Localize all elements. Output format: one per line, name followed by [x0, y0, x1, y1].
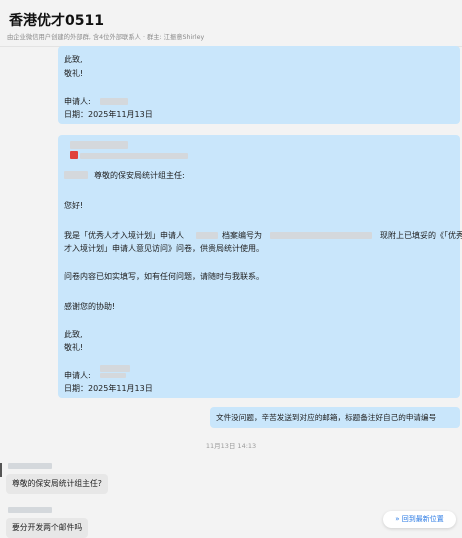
redacted-mark: [70, 151, 78, 159]
paragraph-line: 才入境计划」申请人意见访问》问卷，供贵局统计使用。: [64, 244, 264, 253]
date-line: 日期：2025年11月13日: [64, 384, 153, 393]
redacted-sender-name: [8, 463, 52, 469]
date-line: 日期：2025年11月13日: [64, 110, 153, 119]
redacted-name: [196, 232, 218, 239]
chat-title: 香港优才0511: [9, 13, 104, 29]
chat-header: 香港优才0511 由企业微信用户创建的外部群, 含4位外部联系人 · 群主: 江…: [0, 0, 462, 47]
redacted-name: [100, 98, 128, 105]
closing-line: 此致,: [64, 330, 83, 339]
message-line: 敬礼!: [64, 69, 84, 78]
paragraph-line: 问卷内容已如实填写，如有任何问题，请随时与我联系。: [64, 272, 264, 281]
message-line: 此致,: [64, 55, 83, 64]
redacted-name: [100, 373, 126, 378]
redacted-header-block: [80, 153, 188, 159]
greeting: 您好!: [64, 201, 84, 210]
message-text: 文件没问题，辛苦发送到对应的邮箱，标题备注好自己的申请编号: [216, 413, 437, 422]
redacted-header-block: [70, 141, 128, 149]
message-timestamp: 11月13日 14:13: [205, 442, 257, 450]
applicant-label: 申请人:: [64, 371, 91, 380]
jump-to-latest-label: 回到最新位置: [401, 515, 444, 523]
paragraph-line: 我是「优秀人才入境计划」申请人: [64, 231, 184, 240]
chat-subtitle: 由企业微信用户创建的外部群, 含4位外部联系人 · 群主: 江振意Shirley: [7, 34, 205, 41]
double-chevron-down-icon: »: [395, 515, 400, 523]
incoming-message-bubble[interactable]: 尊敬的保安局统计组主任?: [6, 474, 108, 494]
paragraph-line: 感谢您的协助!: [64, 302, 116, 311]
outgoing-message-bubble[interactable]: 文件没问题，辛苦发送到对应的邮箱，标题备注好自己的申请编号: [210, 407, 460, 428]
outgoing-message-bubble[interactable]: 尊敬的保安局统计组主任: 您好! 我是「优秀人才入境计划」申请人 档案编号为 现…: [58, 135, 462, 398]
paragraph-line: 现附上已填妥的《「优秀人: [380, 231, 462, 240]
redacted-name: [100, 365, 130, 372]
applicant-label: 申请人:: [64, 97, 91, 106]
paragraph-line: 档案编号为: [222, 231, 262, 240]
redacted-header-block: [64, 171, 88, 179]
salutation: 尊敬的保安局统计组主任:: [94, 171, 185, 180]
closing-line: 敬礼!: [64, 343, 84, 352]
redacted-sender-name: [8, 507, 52, 513]
redacted-file-number: [270, 232, 372, 239]
sender-indicator-bar: [0, 463, 2, 477]
jump-to-latest-button[interactable]: » 回到最新位置: [383, 511, 456, 528]
outgoing-message-bubble[interactable]: 此致, 敬礼! 申请人: 日期：2025年11月13日: [58, 46, 460, 124]
incoming-message-bubble[interactable]: 要分开发两个邮件吗: [6, 518, 89, 538]
